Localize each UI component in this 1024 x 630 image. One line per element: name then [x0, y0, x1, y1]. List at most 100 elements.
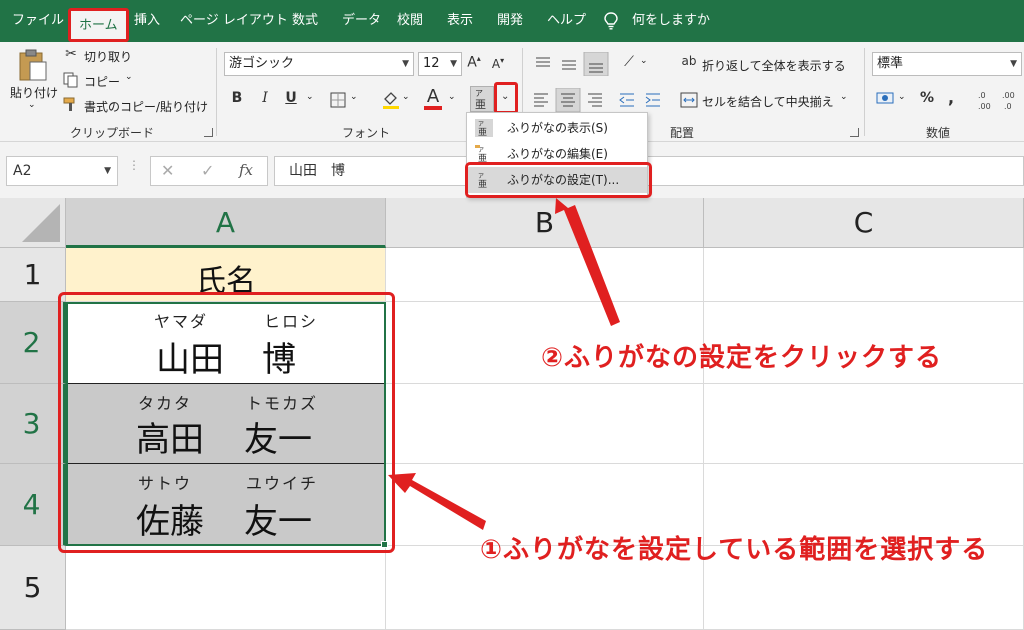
svg-text:亜: 亜: [478, 127, 487, 137]
svg-text:ア: ア: [478, 121, 484, 128]
show-furigana-icon: ア亜: [475, 119, 493, 137]
format-painter-button[interactable]: 書式のコピー/貼り付け: [84, 98, 208, 115]
font-size-value: 12: [423, 56, 440, 71]
merge-dropdown-icon[interactable]: ⌄: [840, 92, 848, 102]
copy-button[interactable]: コピー: [84, 73, 120, 90]
font-size-combo[interactable]: 12 ▼: [418, 52, 462, 76]
borders-icon[interactable]: [330, 92, 346, 108]
orientation-dropdown-icon[interactable]: ⌄: [640, 56, 648, 66]
accounting-format-icon[interactable]: [876, 90, 894, 108]
chevron-down-icon: ▼: [104, 166, 111, 176]
font-name-value: 游ゴシック: [229, 56, 295, 71]
column-header-a[interactable]: A: [66, 198, 386, 248]
comma-button[interactable]: ,: [944, 88, 958, 107]
svg-text:ア: ア: [475, 89, 483, 98]
tab-data[interactable]: データ: [342, 0, 381, 42]
select-all-corner[interactable]: [0, 198, 66, 248]
row-header-4[interactable]: 4: [0, 464, 66, 546]
svg-text:亜: 亜: [475, 98, 486, 111]
formula-bar-grip-icon: ⋮: [128, 158, 140, 172]
copy-icon: [63, 72, 78, 88]
tab-formulas[interactable]: 数式: [292, 0, 318, 42]
chevron-down-icon: ⌄: [501, 91, 510, 102]
tab-view[interactable]: 表示: [447, 0, 473, 42]
merge-center-button[interactable]: セルを結合して中央揃え: [702, 93, 834, 110]
paste-icon: [19, 49, 47, 81]
font-color-icon[interactable]: A: [424, 86, 442, 107]
number-format-combo[interactable]: 標準 ▼: [872, 52, 1022, 76]
paste-dropdown-icon[interactable]: ⌄: [28, 100, 36, 110]
row-header-5[interactable]: 5: [0, 546, 66, 630]
selection-highlight: [58, 292, 395, 553]
paste-button[interactable]: 貼り付け: [10, 84, 58, 101]
chevron-down-icon: ▼: [450, 59, 457, 69]
font-name-combo[interactable]: 游ゴシック ▼: [224, 52, 414, 76]
cell-c3[interactable]: [704, 384, 1024, 464]
edit-furigana-icon: ア亜: [475, 145, 487, 163]
cell-a5[interactable]: [66, 546, 386, 630]
fill-color-icon[interactable]: [382, 90, 400, 110]
percent-button[interactable]: %: [918, 90, 936, 106]
select-all-triangle-icon: [22, 204, 60, 242]
cut-button[interactable]: 切り取り: [84, 48, 132, 65]
alignment-launcher-icon[interactable]: [850, 128, 859, 137]
accounting-dropdown-icon[interactable]: ⌄: [898, 92, 906, 102]
tab-developer[interactable]: 開発: [497, 0, 523, 42]
decimal-adjust-icons[interactable]: .0 .00 .00 .0: [976, 88, 1020, 112]
tab-page-layout[interactable]: ページ レイアウト: [180, 0, 288, 42]
chevron-down-icon: ▼: [1010, 59, 1017, 69]
row-header-1[interactable]: 1: [0, 248, 66, 302]
group-divider: [216, 48, 217, 136]
vertical-align-icons[interactable]: [532, 52, 612, 76]
clipboard-group-label: クリップボード: [70, 126, 155, 140]
menu-item-show-furigana[interactable]: ア亜 ふりがなの表示(S): [467, 115, 647, 141]
cell-c1[interactable]: [704, 248, 1024, 302]
underline-dropdown-icon[interactable]: ⌄: [306, 92, 314, 102]
furigana-dropdown-button[interactable]: ⌄: [494, 82, 518, 114]
column-header-b[interactable]: B: [386, 198, 704, 248]
column-header-c[interactable]: C: [704, 198, 1024, 248]
orientation-icon[interactable]: ⟋: [620, 54, 638, 70]
alignment-group-label: 配置: [670, 126, 695, 140]
name-box-value: A2: [13, 163, 32, 179]
underline-button[interactable]: U: [282, 90, 300, 106]
copy-dropdown-icon[interactable]: ⌄: [125, 72, 133, 82]
cancel-icon[interactable]: ✕: [161, 161, 174, 180]
formula-buttons: ✕ ✓ fx: [150, 156, 268, 186]
merge-center-icon: [680, 92, 698, 108]
tab-help[interactable]: ヘルプ: [547, 0, 586, 42]
annotation-step2: ②ふりがなの設定をクリックする: [541, 343, 943, 373]
row-header-3[interactable]: 3: [0, 384, 66, 464]
cell-b3[interactable]: [386, 384, 704, 464]
format-painter-icon: [63, 97, 75, 111]
horizontal-align-icons[interactable]: [532, 88, 664, 112]
tab-review[interactable]: 校閲: [397, 0, 423, 42]
ribbon-tab-bar: ファイル ホーム 挿入 ページ レイアウト 数式 データ 校閲 表示 開発 ヘル…: [0, 0, 1024, 42]
fill-color-dropdown-icon[interactable]: ⌄: [402, 92, 410, 102]
grow-font-icon[interactable]: A▴: [466, 54, 482, 71]
wrap-text-button[interactable]: 折り返して全体を表示する: [702, 57, 846, 74]
furigana-button[interactable]: ア 亜: [470, 86, 494, 112]
name-box[interactable]: A2 ▼: [6, 156, 118, 186]
svg-text:ア: ア: [478, 147, 484, 154]
insert-function-icon[interactable]: fx: [239, 161, 253, 179]
tab-insert[interactable]: 挿入: [134, 0, 160, 42]
excel-window: ファイル ホーム 挿入 ページ レイアウト 数式 データ 校閲 表示 開発 ヘル…: [0, 0, 1024, 630]
clipboard-launcher-icon[interactable]: [204, 128, 213, 137]
cell-b1[interactable]: [386, 248, 704, 302]
row-header-2[interactable]: 2: [0, 302, 66, 384]
cut-icon: ✂: [65, 46, 77, 62]
tell-me-search[interactable]: 何をしますか: [632, 0, 710, 42]
enter-icon[interactable]: ✓: [201, 161, 214, 180]
borders-dropdown-icon[interactable]: ⌄: [350, 92, 358, 102]
lightbulb-icon: [604, 12, 618, 30]
wrap-text-icon: ab: [681, 54, 697, 68]
chevron-down-icon: ▼: [402, 59, 409, 69]
tab-file[interactable]: ファイル: [12, 0, 64, 42]
furigana-icon: ア 亜: [475, 89, 486, 111]
tab-home[interactable]: ホーム: [68, 8, 129, 42]
bold-button[interactable]: B: [228, 90, 246, 106]
italic-button[interactable]: I: [256, 90, 274, 106]
shrink-font-icon[interactable]: A▾: [490, 56, 506, 71]
font-color-dropdown-icon[interactable]: ⌄: [448, 92, 456, 102]
